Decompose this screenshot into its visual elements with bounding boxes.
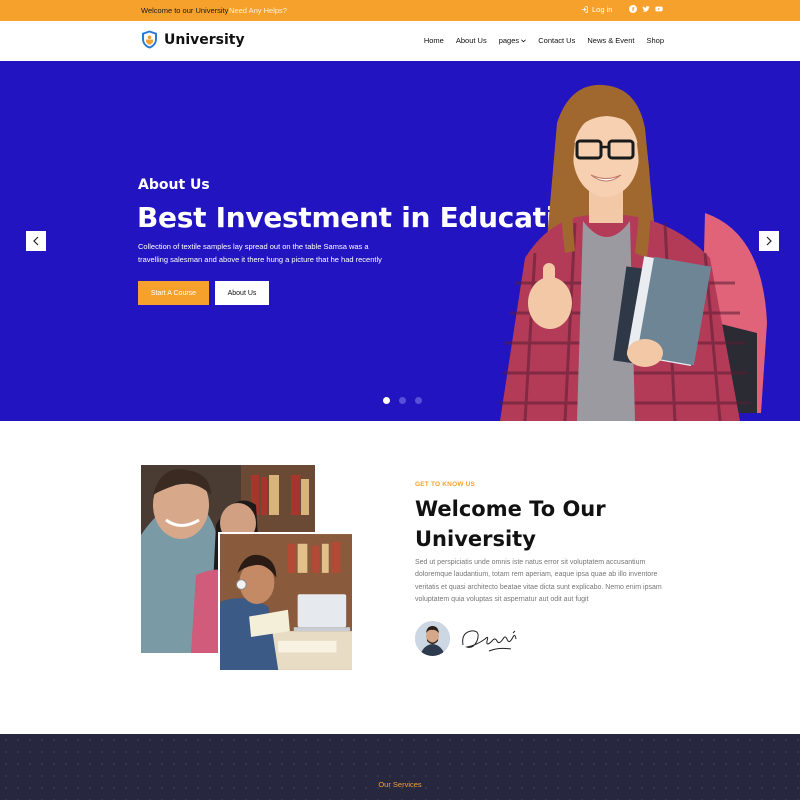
slide-dot-2[interactable]: [399, 397, 406, 404]
nav-item-pages[interactable]: pages: [499, 36, 527, 45]
prev-slide-button[interactable]: [26, 231, 46, 251]
chevron-down-icon: [521, 39, 527, 43]
start-course-button[interactable]: Start A Course: [138, 281, 209, 305]
nav-menu: Home About Us pages Contact Us News & Ev…: [424, 36, 664, 45]
reading-student-photo: [218, 532, 354, 672]
author-avatar: [415, 621, 450, 656]
hero-kicker: About Us: [138, 177, 210, 193]
nav-item-contact-us[interactable]: Contact Us: [538, 36, 575, 45]
nav-item-home[interactable]: Home: [424, 36, 444, 45]
nav-item-shop[interactable]: Shop: [646, 36, 664, 45]
youtube-icon[interactable]: [655, 5, 663, 13]
hero-slider: About Us Best Investment in Education Co…: [0, 61, 800, 421]
login-icon: [581, 6, 588, 13]
slider-pagination: [383, 397, 422, 404]
about-section: GET TO KNOW US Welcome To Our University…: [0, 421, 800, 734]
nav-item-pages-label: pages: [498, 36, 520, 45]
brand-name: University: [164, 31, 245, 48]
section-eyebrow: GET TO KNOW US: [415, 481, 476, 488]
twitter-icon[interactable]: [642, 5, 650, 13]
slide-dot-1[interactable]: [383, 397, 390, 404]
help-link[interactable]: Need Any Helps?: [229, 6, 287, 15]
about-body: Sed ut perspiciatis unde omnis iste natu…: [415, 559, 662, 603]
main-navbar: University Home About Us pages Contact U…: [0, 21, 800, 61]
login-label: Log in: [592, 5, 613, 14]
hero-description: Collection of textile samples lay spread…: [138, 242, 382, 264]
login-link[interactable]: Log in: [581, 5, 612, 14]
facebook-icon[interactable]: [629, 5, 637, 13]
services-eyebrow: Our Services: [378, 780, 422, 789]
next-slide-button[interactable]: [759, 231, 779, 251]
welcome-text: Welcome to our University: [141, 6, 229, 15]
nav-item-about-us[interactable]: About Us: [456, 36, 487, 45]
signature-image: [462, 630, 517, 652]
slide-dot-3[interactable]: [415, 397, 422, 404]
student-image: [500, 84, 767, 421]
chevron-left-icon: [33, 236, 39, 246]
nav-item-news-event[interactable]: News & Event: [587, 36, 634, 45]
shield-logo-icon: [142, 30, 157, 49]
about-title: Welcome To Our University: [415, 497, 606, 551]
about-us-button[interactable]: About Us: [215, 281, 269, 305]
chevron-right-icon: [766, 236, 772, 246]
services-section: Our Services: [0, 734, 800, 800]
top-bar: Welcome to our University Need Any Helps…: [0, 0, 800, 21]
social-links: [629, 5, 663, 13]
brand-logo[interactable]: University: [141, 30, 245, 49]
